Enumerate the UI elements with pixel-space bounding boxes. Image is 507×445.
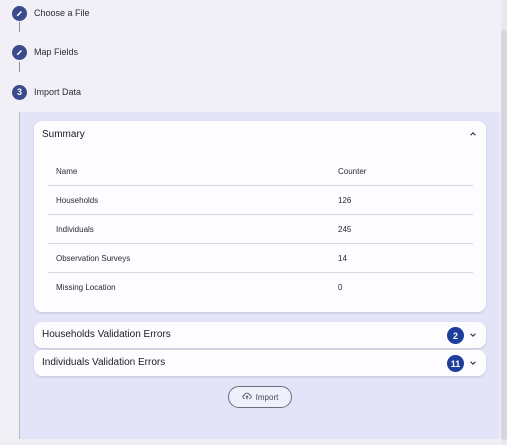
step-label: Choose a File bbox=[34, 8, 90, 18]
step-label: Import Data bbox=[34, 87, 82, 97]
summary-card: Summary Name Counter Households 126 Indi… bbox=[34, 121, 486, 312]
error-count-badge: 2 bbox=[447, 327, 464, 344]
scrollbar[interactable] bbox=[501, 0, 507, 445]
step-connector bbox=[19, 22, 20, 32]
summary-table: Name Counter Households 126 Individuals … bbox=[48, 157, 473, 302]
row-name: Observation Surveys bbox=[56, 254, 131, 263]
individuals-errors-accordion[interactable]: Individuals Validation Errors 11 bbox=[34, 350, 486, 376]
step-number: 3 bbox=[12, 84, 27, 100]
row-name: Individuals bbox=[56, 225, 94, 234]
step-connector bbox=[19, 62, 20, 72]
step-label: Map Fields bbox=[34, 47, 79, 57]
table-row: Households 126 bbox=[48, 186, 473, 215]
column-header-name: Name bbox=[56, 167, 78, 176]
chevron-up-icon[interactable] bbox=[468, 129, 478, 139]
summary-title: Summary bbox=[42, 129, 85, 140]
edit-icon bbox=[12, 44, 27, 60]
footer-strip bbox=[0, 439, 500, 445]
step-map-fields[interactable]: Map Fields bbox=[0, 33, 500, 71]
row-counter: 126 bbox=[338, 196, 352, 205]
import-button[interactable]: Import bbox=[228, 386, 292, 408]
table-row: Individuals 245 bbox=[48, 215, 473, 244]
table-row: Observation Surveys 14 bbox=[48, 244, 473, 273]
households-errors-accordion[interactable]: Households Validation Errors 2 bbox=[34, 322, 486, 348]
row-counter: 14 bbox=[338, 254, 347, 263]
step-import-data[interactable]: 3 Import Data bbox=[0, 73, 500, 111]
error-count-badge: 11 bbox=[447, 355, 464, 372]
row-name: Households bbox=[56, 196, 99, 205]
edit-icon bbox=[12, 5, 27, 21]
accordion-title: Households Validation Errors bbox=[42, 329, 171, 340]
step-choose-file[interactable]: Choose a File bbox=[0, 0, 500, 32]
import-label: Import bbox=[255, 392, 279, 402]
row-counter: 245 bbox=[338, 225, 352, 234]
row-counter: 0 bbox=[338, 283, 343, 292]
chevron-down-icon[interactable] bbox=[468, 358, 478, 368]
table-header-row: Name Counter bbox=[48, 157, 473, 186]
accordion-title: Individuals Validation Errors bbox=[42, 357, 166, 368]
scrollbar-thumb[interactable] bbox=[501, 30, 507, 440]
table-row: Missing Location 0 bbox=[48, 273, 473, 302]
step-connector bbox=[19, 112, 20, 439]
row-name: Missing Location bbox=[56, 283, 116, 292]
chevron-down-icon[interactable] bbox=[468, 330, 478, 340]
column-header-counter: Counter bbox=[338, 167, 367, 176]
cloud-upload-icon bbox=[242, 391, 252, 403]
